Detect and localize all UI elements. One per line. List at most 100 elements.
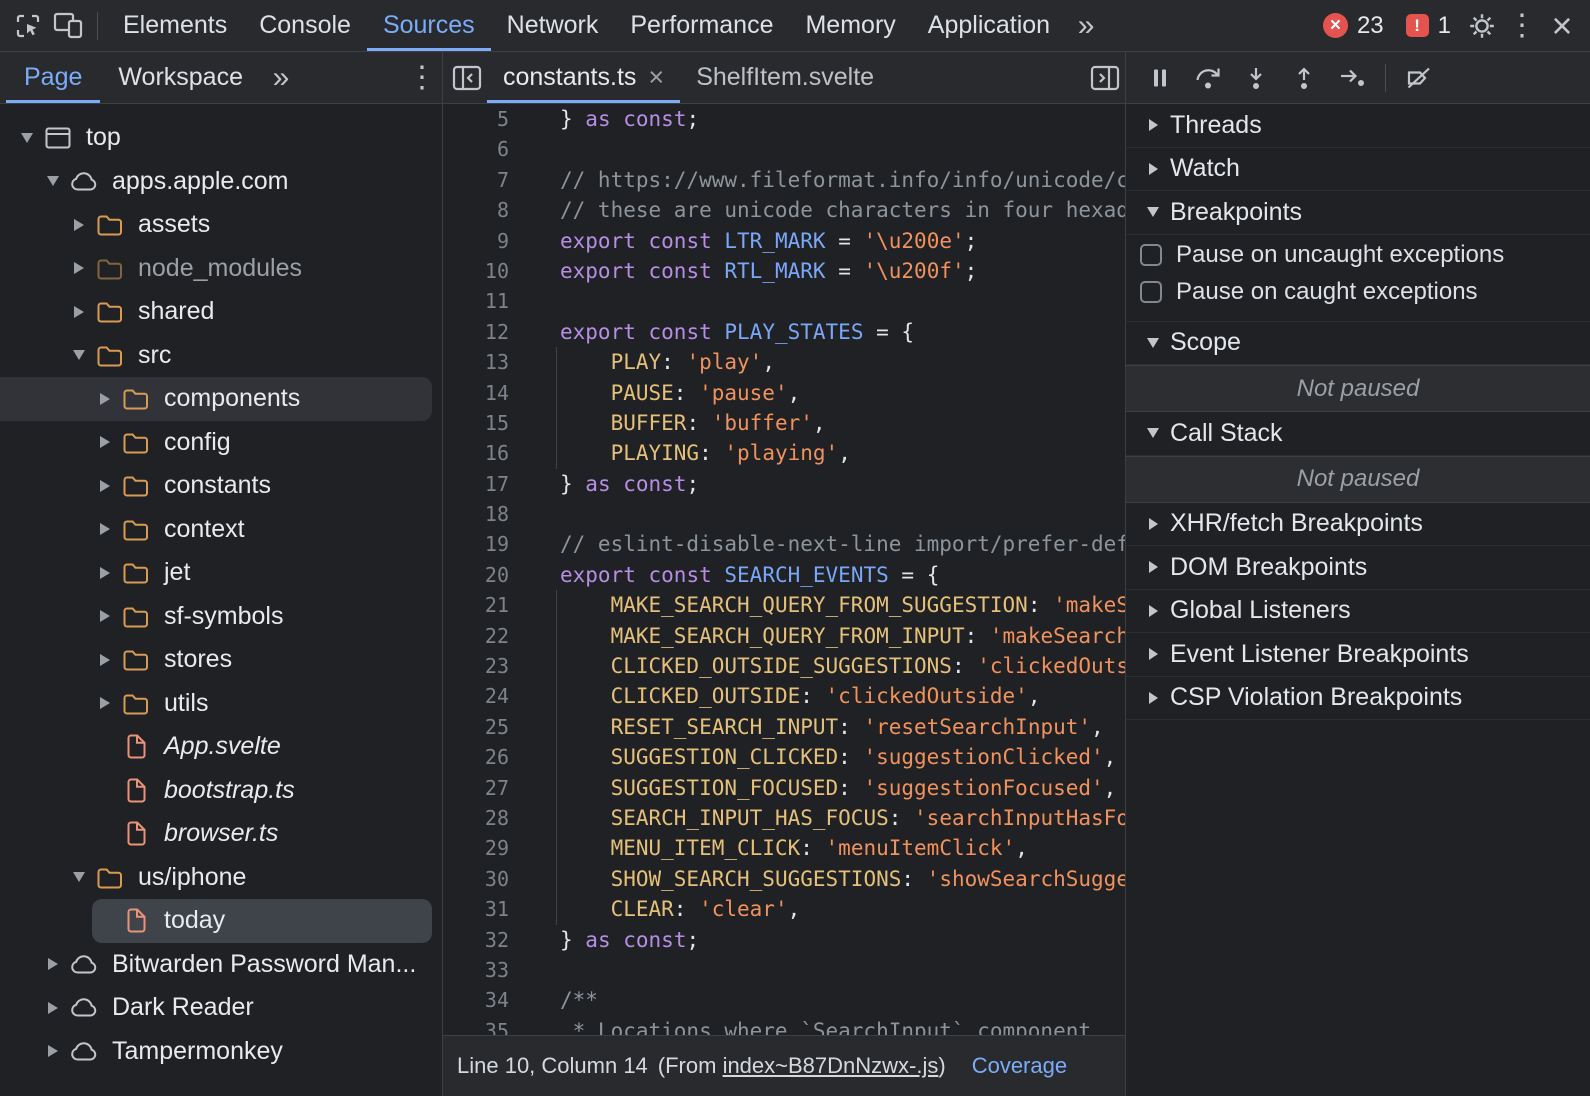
tree-item-top[interactable]: top bbox=[0, 116, 432, 160]
close-button[interactable]: × bbox=[1542, 4, 1582, 48]
code-line-text[interactable]: PLAYING: 'playing', bbox=[515, 438, 851, 468]
pause-button[interactable] bbox=[1136, 56, 1184, 100]
line-number[interactable]: 24 bbox=[443, 681, 515, 711]
code-line-text[interactable]: export const SEARCH_EVENTS = { bbox=[515, 560, 939, 590]
line-number[interactable]: 16 bbox=[443, 438, 515, 468]
deactivate-breakpoints-button[interactable] bbox=[1395, 56, 1443, 100]
tab-memory[interactable]: Memory bbox=[789, 0, 911, 51]
line-number[interactable]: 5 bbox=[443, 104, 515, 134]
code-line-text[interactable]: CLICKED_OUTSIDE: 'clickedOutside', bbox=[515, 681, 1040, 711]
code-line-text[interactable]: PAUSE: 'pause', bbox=[515, 378, 800, 408]
more-tabs-button[interactable]: » bbox=[1066, 4, 1106, 48]
code-line-text[interactable]: /** bbox=[515, 985, 598, 1015]
tree-item-sf-symbols[interactable]: sf-symbols bbox=[0, 595, 432, 639]
tree-item-tampermonkey[interactable]: Tampermonkey bbox=[0, 1030, 432, 1074]
line-number[interactable]: 9 bbox=[443, 226, 515, 256]
code-line-text[interactable]: RESET_SEARCH_INPUT: 'resetSearchInput', bbox=[515, 712, 1104, 742]
code-line-text[interactable] bbox=[515, 499, 560, 529]
code-line-text[interactable]: MAKE_SEARCH_QUERY_FROM_INPUT: 'makeSearc… bbox=[515, 621, 1125, 651]
toggle-debugger-button[interactable] bbox=[1085, 56, 1125, 100]
settings-button[interactable] bbox=[1462, 4, 1502, 48]
editor-tab-shelfitem-svelte[interactable]: ShelfItem.svelte bbox=[680, 52, 890, 103]
line-number[interactable]: 7 bbox=[443, 165, 515, 195]
section-watch[interactable]: Watch bbox=[1126, 148, 1590, 192]
device-toolbar-button[interactable] bbox=[48, 4, 88, 48]
section-breakpoints[interactable]: Breakpoints bbox=[1126, 191, 1590, 235]
code-line-text[interactable]: PLAY: 'play', bbox=[515, 347, 775, 377]
code-line-text[interactable]: CLEAR: 'clear', bbox=[515, 894, 800, 924]
code-line-text[interactable]: CLICKED_OUTSIDE_SUGGESTIONS: 'clickedOut… bbox=[515, 651, 1125, 681]
line-number[interactable]: 18 bbox=[443, 499, 515, 529]
line-number[interactable]: 19 bbox=[443, 529, 515, 559]
tree-item-dark-reader[interactable]: Dark Reader bbox=[0, 986, 432, 1030]
error-badge[interactable]: × 23 bbox=[1323, 12, 1384, 40]
section-call-stack[interactable]: Call Stack bbox=[1126, 412, 1590, 456]
section-threads[interactable]: Threads bbox=[1126, 104, 1590, 148]
section-csp-violation-breakpoints[interactable]: CSP Violation Breakpoints bbox=[1126, 677, 1590, 721]
code-line-text[interactable] bbox=[515, 134, 560, 164]
code-editor[interactable]: 5} as const;67// https://www.fileformat.… bbox=[443, 104, 1125, 1035]
step-over-button[interactable] bbox=[1184, 56, 1232, 100]
code-line-text[interactable]: SUGGESTION_FOCUSED: 'suggestionFocused', bbox=[515, 773, 1116, 803]
code-line-text[interactable]: export const LTR_MARK = '\u200e'; bbox=[515, 226, 977, 256]
navigator-tab-page[interactable]: Page bbox=[6, 52, 100, 103]
line-number[interactable]: 8 bbox=[443, 195, 515, 225]
tree-item-node-modules[interactable]: node_modules bbox=[0, 247, 432, 291]
line-number[interactable]: 13 bbox=[443, 347, 515, 377]
inspect-button[interactable] bbox=[8, 4, 48, 48]
editor-tab-constants-ts[interactable]: constants.ts× bbox=[487, 52, 680, 103]
tree-item-utils[interactable]: utils bbox=[0, 682, 432, 726]
tab-console[interactable]: Console bbox=[243, 0, 367, 51]
code-line-text[interactable] bbox=[515, 286, 560, 316]
tree-item-config[interactable]: config bbox=[0, 421, 432, 465]
line-number[interactable]: 29 bbox=[443, 833, 515, 863]
line-number[interactable]: 23 bbox=[443, 651, 515, 681]
section-dom-breakpoints[interactable]: DOM Breakpoints bbox=[1126, 546, 1590, 590]
code-line-text[interactable]: // eslint-disable-next-line import/prefe… bbox=[515, 529, 1125, 559]
line-number[interactable]: 20 bbox=[443, 560, 515, 590]
code-line-text[interactable]: // https://www.fileformat.info/info/unic… bbox=[515, 165, 1125, 195]
code-line-text[interactable]: export const RTL_MARK = '\u200f'; bbox=[515, 256, 977, 286]
tab-network[interactable]: Network bbox=[491, 0, 615, 51]
section-xhr-fetch-breakpoints[interactable]: XHR/fetch Breakpoints bbox=[1126, 503, 1590, 547]
line-number[interactable]: 22 bbox=[443, 621, 515, 651]
tree-item-stores[interactable]: stores bbox=[0, 638, 432, 682]
navigator-tab-workspace[interactable]: Workspace bbox=[100, 52, 261, 103]
line-number[interactable]: 34 bbox=[443, 985, 515, 1015]
step-out-button[interactable] bbox=[1280, 56, 1328, 100]
tree-item-shared[interactable]: shared bbox=[0, 290, 432, 334]
section-global-listeners[interactable]: Global Listeners bbox=[1126, 590, 1590, 634]
code-line-text[interactable]: // these are unicode characters in four … bbox=[515, 195, 1125, 225]
code-line-text[interactable]: } as const; bbox=[515, 925, 699, 955]
tab-application[interactable]: Application bbox=[912, 0, 1066, 51]
code-line-text[interactable]: } as const; bbox=[515, 104, 699, 134]
line-number[interactable]: 26 bbox=[443, 742, 515, 772]
tab-sources[interactable]: Sources bbox=[367, 0, 491, 51]
menu-button[interactable]: ⋮ bbox=[1502, 4, 1542, 48]
checkbox-pause-on-uncaught-exceptions[interactable]: Pause on uncaught exceptions bbox=[1126, 237, 1590, 274]
tree-item-us-iphone[interactable]: us/iphone bbox=[0, 856, 432, 900]
tree-item-jet[interactable]: jet bbox=[0, 551, 432, 595]
toggle-navigator-button[interactable] bbox=[447, 56, 487, 100]
tree-item-assets[interactable]: assets bbox=[0, 203, 432, 247]
line-number[interactable]: 31 bbox=[443, 894, 515, 924]
tree-item-constants[interactable]: constants bbox=[0, 464, 432, 508]
coverage-link[interactable]: Coverage bbox=[972, 1053, 1067, 1079]
line-number[interactable]: 35 bbox=[443, 1016, 515, 1035]
line-number[interactable]: 25 bbox=[443, 712, 515, 742]
line-number[interactable]: 17 bbox=[443, 469, 515, 499]
code-line-text[interactable]: MENU_ITEM_CLICK: 'menuItemClick', bbox=[515, 833, 1028, 863]
line-number[interactable]: 21 bbox=[443, 590, 515, 620]
section-scope[interactable]: Scope bbox=[1126, 322, 1590, 366]
code-line-text[interactable]: SHOW_SEARCH_SUGGESTIONS: 'showSearchSugg… bbox=[515, 864, 1125, 894]
tree-item-bootstrap-ts[interactable]: bootstrap.ts bbox=[0, 769, 432, 813]
code-line-text[interactable]: export const PLAY_STATES = { bbox=[515, 317, 914, 347]
code-line-text[interactable]: BUFFER: 'buffer', bbox=[515, 408, 826, 438]
line-number[interactable]: 33 bbox=[443, 955, 515, 985]
navigator-menu-button[interactable]: ⋮ bbox=[402, 56, 442, 100]
line-number[interactable]: 10 bbox=[443, 256, 515, 286]
line-number[interactable]: 27 bbox=[443, 773, 515, 803]
tree-item-app-svelte[interactable]: App.svelte bbox=[0, 725, 432, 769]
tree-item-components[interactable]: components bbox=[0, 377, 432, 421]
issue-badge[interactable]: ! 1 bbox=[1406, 12, 1451, 40]
